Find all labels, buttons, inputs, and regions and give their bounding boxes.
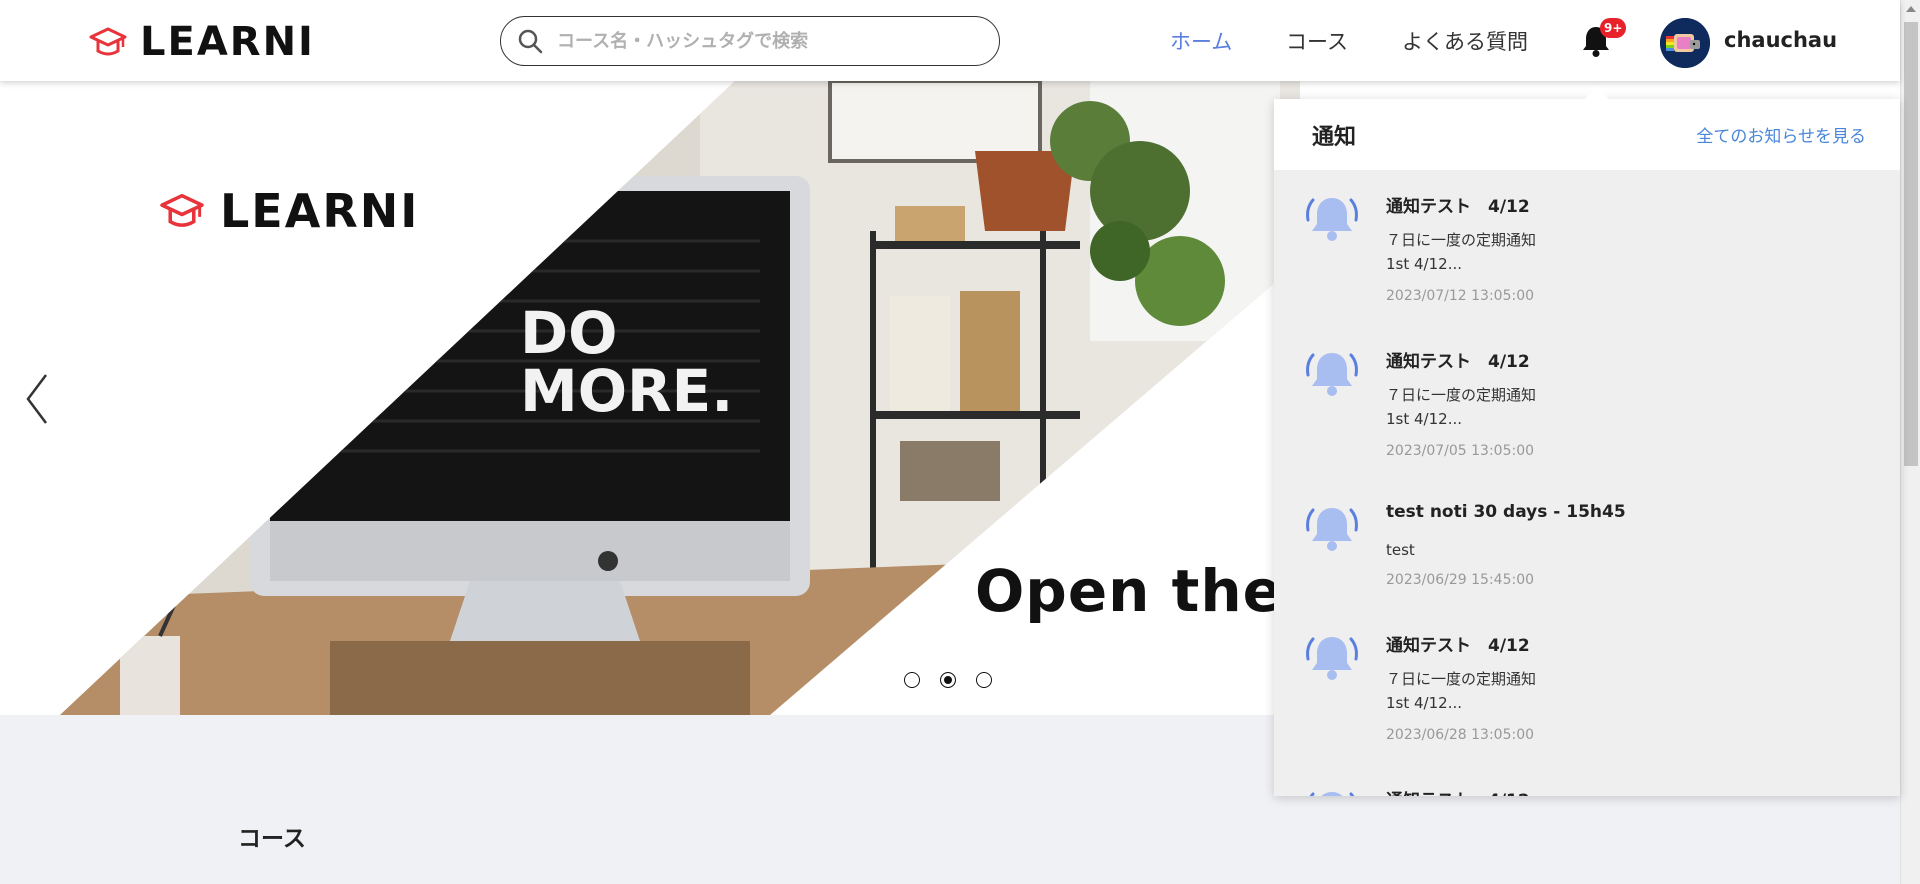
notification-panel-caret bbox=[1584, 86, 1610, 100]
notification-item[interactable]: 通知テスト 4/12 ７日に一度の定期通知 1st 4/12... 2023/0… bbox=[1274, 325, 1884, 480]
search-input[interactable] bbox=[557, 30, 957, 52]
notification-bell-button[interactable]: 9+ bbox=[1580, 18, 1627, 60]
carousel-dot-3[interactable] bbox=[976, 672, 992, 688]
top-header: LEARNI ホーム コース よくある質問 9+ chauc bbox=[0, 0, 1900, 81]
notification-panel: 通知 全てのお知らせを見る 通知テスト 4/12 ７日に一度の定期通知 1st … bbox=[1274, 99, 1900, 796]
see-all-notifications-link[interactable]: 全てのお知らせを見る bbox=[1696, 122, 1866, 147]
notification-date: 2023/06/28 13:05:00 bbox=[1386, 727, 1535, 743]
screen-text-2: MORE. bbox=[520, 357, 733, 425]
notification-date: 2023/06/29 15:45:00 bbox=[1386, 572, 1535, 588]
notification-bell-icon bbox=[1306, 637, 1358, 680]
notification-body: ７日に一度の定期通知 1st 4/12... bbox=[1386, 386, 1537, 428]
nav-home[interactable]: ホーム bbox=[1170, 26, 1232, 56]
nav-faq[interactable]: よくある質問 bbox=[1402, 26, 1528, 56]
search-icon bbox=[518, 29, 543, 54]
notification-date: 2023/07/12 13:05:00 bbox=[1386, 288, 1535, 304]
notification-body: test bbox=[1386, 541, 1415, 559]
page-scrollbar[interactable] bbox=[1900, 0, 1920, 884]
notification-body: ７日に一度の定期通知 1st 4/12... bbox=[1386, 231, 1537, 273]
notification-title: 通知テスト 4/12 bbox=[1386, 636, 1530, 656]
notification-item[interactable]: test noti 30 days - 15h45 test 2023/06/2… bbox=[1274, 480, 1884, 609]
notification-item[interactable]: 通知テスト 4/12 ７日に一度の定期通知 1st 4/12... 2023/0… bbox=[1274, 170, 1884, 325]
notification-bell-icon bbox=[1306, 508, 1358, 551]
notification-title: test noti 30 days - 15h45 bbox=[1386, 502, 1626, 522]
page-scroll-thumb[interactable] bbox=[1904, 22, 1918, 466]
notification-title: 通知テスト 4/12 bbox=[1386, 786, 1530, 796]
notification-date: 2023/07/05 13:05:00 bbox=[1386, 443, 1535, 459]
notification-bell-icon bbox=[1306, 353, 1358, 396]
carousel-dots bbox=[904, 672, 992, 688]
hero-logo: LEARNI bbox=[158, 184, 420, 238]
graduation-cap-icon bbox=[89, 27, 127, 56]
notification-panel-title: 通知 bbox=[1312, 124, 1357, 150]
notification-title: 通知テスト 4/12 bbox=[1386, 197, 1530, 217]
notification-item[interactable]: 通知テスト 4/12 ７日に一度の定期通知 1st 4/12... 2023/0… bbox=[1274, 609, 1884, 764]
carousel-dot-1[interactable] bbox=[904, 672, 920, 688]
hero-logo-text: LEARNI bbox=[220, 184, 420, 238]
carousel-dot-2[interactable] bbox=[940, 672, 956, 688]
notification-item[interactable]: 通知テスト 4/12 bbox=[1274, 764, 1884, 796]
notification-bell-icon bbox=[1309, 792, 1355, 796]
notification-title: 通知テスト 4/12 bbox=[1386, 352, 1530, 372]
username[interactable]: chauchau bbox=[1724, 28, 1837, 52]
courses-section-title: コース bbox=[238, 826, 306, 852]
search-box[interactable] bbox=[500, 16, 1000, 66]
avatar[interactable] bbox=[1660, 18, 1710, 68]
graduation-cap-icon bbox=[160, 193, 204, 227]
notification-panel-header: 通知 全てのお知らせを見る bbox=[1274, 99, 1900, 170]
site-logo[interactable]: LEARNI bbox=[88, 22, 315, 62]
carousel-prev-arrow-icon[interactable] bbox=[22, 371, 52, 427]
notification-count-badge: 9+ bbox=[1600, 18, 1627, 38]
notification-list[interactable]: 通知テスト 4/12 ７日に一度の定期通知 1st 4/12... 2023/0… bbox=[1274, 170, 1884, 796]
notification-bell-icon bbox=[1306, 198, 1358, 241]
notification-body: ７日に一度の定期通知 1st 4/12... bbox=[1386, 670, 1537, 712]
page-scroll-up-icon[interactable] bbox=[1906, 6, 1916, 12]
logo-text: LEARNI bbox=[140, 19, 315, 65]
avatar-image bbox=[1660, 18, 1710, 68]
nav-courses[interactable]: コース bbox=[1286, 26, 1348, 56]
